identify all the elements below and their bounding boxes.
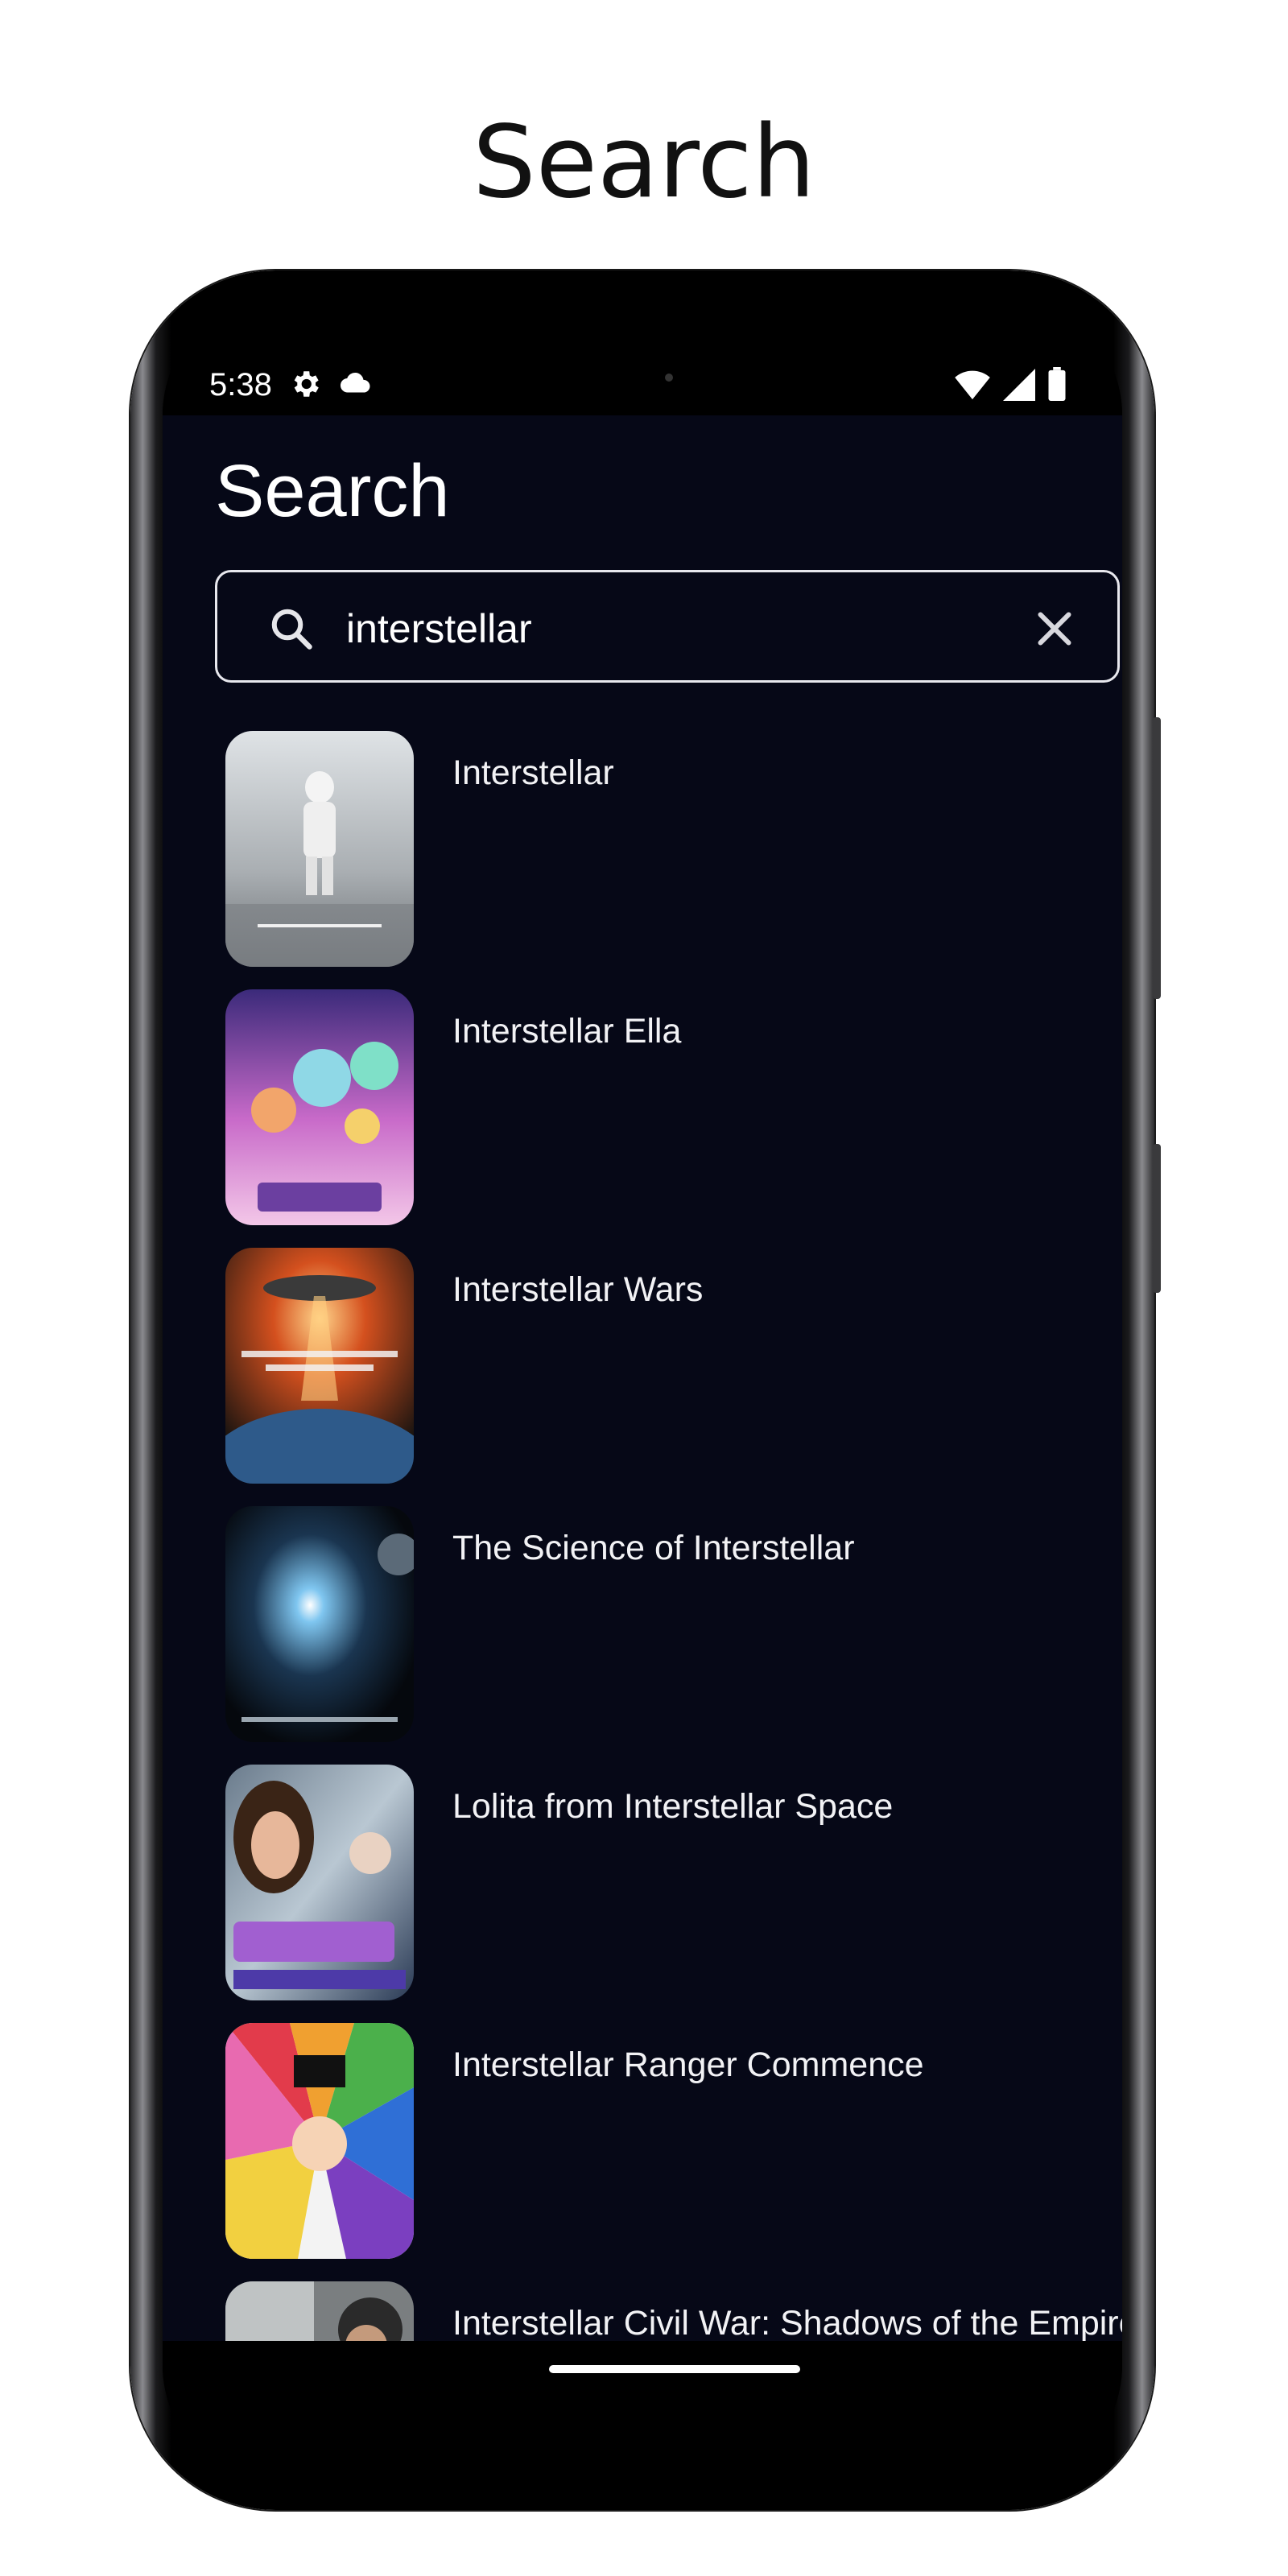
result-title: Interstellar Wars bbox=[452, 1270, 704, 1309]
battery-icon bbox=[1048, 367, 1066, 404]
result-title: Interstellar Civil War: Shadows of the E… bbox=[452, 2304, 1122, 2341]
page-heading: Search bbox=[472, 105, 815, 221]
result-title: Interstellar Ella bbox=[452, 1012, 682, 1051]
search-bar[interactable] bbox=[215, 570, 1120, 683]
list-item[interactable]: Lolita from Interstellar Space bbox=[163, 1765, 1122, 2023]
poster-image[interactable] bbox=[225, 1506, 414, 1742]
status-time: 5:38 bbox=[209, 367, 272, 402]
list-item[interactable]: Interstellar Wars bbox=[163, 1248, 1122, 1506]
screen-title: Search bbox=[215, 450, 450, 532]
signal-icon bbox=[1003, 369, 1035, 404]
volume-button bbox=[1153, 1144, 1161, 1293]
list-item[interactable]: The Science of Interstellar bbox=[163, 1506, 1122, 1765]
wifi-icon bbox=[955, 369, 990, 404]
list-item[interactable]: Interstellar Ella bbox=[163, 989, 1122, 1248]
search-input[interactable] bbox=[346, 597, 1006, 661]
close-icon[interactable] bbox=[1030, 605, 1079, 653]
poster-image[interactable] bbox=[225, 731, 414, 967]
cloud-icon bbox=[336, 367, 374, 404]
poster-image[interactable] bbox=[225, 1765, 414, 2000]
result-title: Lolita from Interstellar Space bbox=[452, 1787, 894, 1826]
poster-image[interactable] bbox=[225, 2281, 414, 2341]
phone-screen: 5:38 Search interstellar Interstellar In… bbox=[163, 295, 1122, 2486]
settings-icon bbox=[288, 367, 322, 404]
power-button bbox=[1153, 717, 1161, 999]
results-list: Interstellar Interstellar Ella Interstel… bbox=[163, 731, 1122, 2341]
poster-image[interactable] bbox=[225, 989, 414, 1225]
status-bar: 5:38 bbox=[163, 295, 1122, 415]
result-title: Interstellar bbox=[452, 753, 614, 792]
list-item[interactable]: Interstellar bbox=[163, 731, 1122, 989]
list-item[interactable]: Interstellar Civil War: Shadows of the E… bbox=[163, 2281, 1122, 2341]
phone-frame: 5:38 Search interstellar Interstellar In… bbox=[130, 270, 1161, 2510]
poster-image[interactable] bbox=[225, 2023, 414, 2259]
poster-image[interactable] bbox=[225, 1248, 414, 1484]
result-title: Interstellar Ranger Commence bbox=[452, 2046, 924, 2084]
list-item[interactable]: Interstellar Ranger Commence bbox=[163, 2023, 1122, 2281]
home-indicator[interactable] bbox=[549, 2365, 800, 2373]
search-icon bbox=[267, 605, 316, 653]
navigation-bar bbox=[163, 2341, 1122, 2486]
search-screen: Search interstellar Interstellar Interst… bbox=[163, 415, 1122, 2341]
camera-dot bbox=[665, 374, 673, 382]
result-title: The Science of Interstellar bbox=[452, 1529, 855, 1567]
